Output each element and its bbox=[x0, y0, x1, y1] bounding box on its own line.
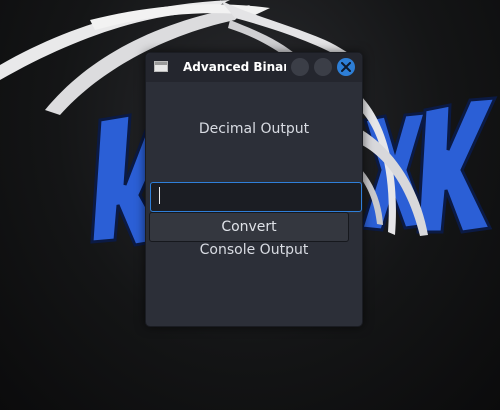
decimal-output-label: Decimal Output bbox=[198, 121, 310, 137]
console-output-label: Console Output bbox=[199, 242, 309, 258]
convert-button[interactable]: Convert bbox=[149, 212, 349, 242]
window-icon bbox=[154, 61, 168, 72]
minimize-button[interactable] bbox=[291, 58, 309, 76]
title-bar[interactable]: Advanced Binary C bbox=[146, 53, 362, 82]
maximize-button[interactable] bbox=[314, 58, 332, 76]
close-icon bbox=[341, 62, 351, 72]
window-title: Advanced Binary C bbox=[183, 60, 286, 74]
text-cursor bbox=[159, 187, 160, 204]
app-window: Advanced Binary C Decimal Output Convert… bbox=[145, 52, 363, 327]
binary-input[interactable] bbox=[150, 182, 362, 212]
close-button[interactable] bbox=[337, 58, 355, 76]
